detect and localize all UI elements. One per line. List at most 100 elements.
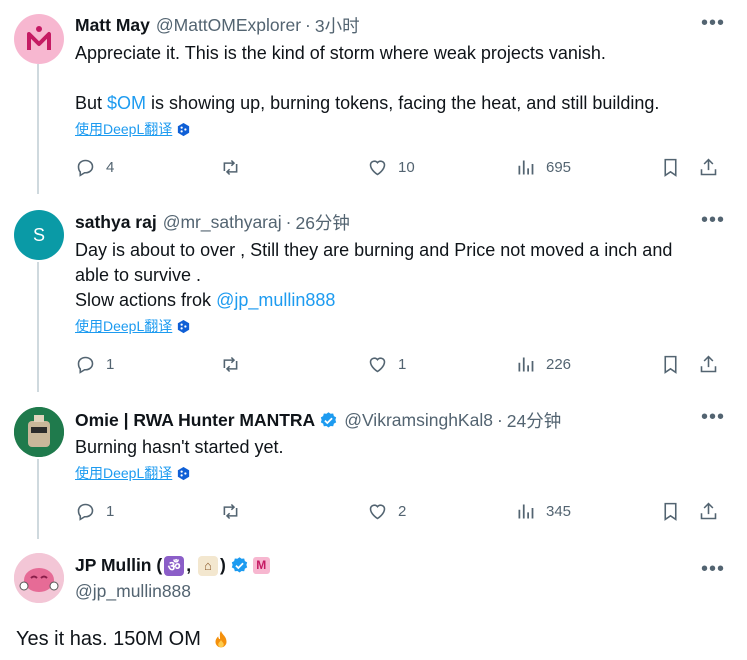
heart-icon bbox=[369, 357, 386, 373]
user-handle[interactable]: @MattOMExplorer bbox=[156, 15, 301, 36]
bookmark-button[interactable] bbox=[660, 354, 691, 375]
user-handle[interactable]: @jp_mullin888 bbox=[75, 581, 191, 602]
tweet-actions: 1 1 226 bbox=[75, 354, 725, 380]
tweet-text-line: Burning hasn't started yet. bbox=[75, 437, 284, 457]
separator: · bbox=[305, 15, 311, 35]
retweet-icon bbox=[223, 503, 238, 520]
thread-line bbox=[37, 262, 39, 392]
tweet-text-line: able to survive . bbox=[75, 265, 202, 285]
tweet-text-line: But $OM is showing up, burning tokens, f… bbox=[75, 93, 660, 113]
bookmark-icon bbox=[664, 158, 677, 177]
retweet-icon bbox=[223, 159, 238, 176]
like-count: 10 bbox=[398, 159, 415, 176]
bookmark-button[interactable] bbox=[660, 501, 691, 522]
translate-link[interactable]: 使用DeepL翻译 bbox=[75, 119, 191, 139]
like-button[interactable]: 10 bbox=[367, 157, 415, 178]
avatar[interactable]: S bbox=[14, 210, 64, 260]
view-count: 226 bbox=[546, 356, 572, 373]
share-icon bbox=[700, 355, 717, 373]
timestamp[interactable]: 3小时 bbox=[315, 13, 360, 38]
display-name[interactable]: JP Mullin (ॐ, ⌂) bbox=[75, 555, 226, 577]
more-options-icon[interactable]: ••• bbox=[701, 406, 725, 429]
reply-icon bbox=[77, 356, 94, 374]
retweet-button[interactable] bbox=[220, 501, 251, 522]
avatar-letter: S bbox=[32, 224, 45, 245]
fire-emoji-icon bbox=[215, 630, 227, 648]
translate-link[interactable]: 使用DeepL翻译 bbox=[75, 316, 191, 336]
like-button[interactable]: 1 bbox=[367, 354, 406, 375]
handle-row: @jp_mullin888 bbox=[75, 581, 191, 602]
reply-button[interactable]: 1 bbox=[75, 501, 114, 522]
like-button[interactable]: 2 bbox=[367, 501, 406, 522]
cashtag-link[interactable]: $OM bbox=[107, 93, 146, 113]
views-button[interactable]: 226 bbox=[515, 354, 571, 375]
separator: · bbox=[496, 410, 503, 430]
deepl-icon bbox=[178, 122, 190, 136]
house-emoji-icon: ⌂ bbox=[197, 556, 218, 577]
tweet-text: Appreciate it. This is the kind of storm… bbox=[75, 41, 725, 116]
timestamp[interactable]: 24分钟 bbox=[507, 408, 561, 433]
views-button[interactable]: 695 bbox=[515, 157, 571, 178]
avatar[interactable] bbox=[14, 407, 64, 457]
reply-button[interactable]: 4 bbox=[75, 157, 114, 178]
avatar[interactable] bbox=[14, 14, 64, 64]
share-icon bbox=[700, 158, 717, 176]
tweet-header: JP Mullin (ॐ, ⌂) M bbox=[75, 555, 270, 577]
heart-icon bbox=[369, 504, 386, 520]
user-handle[interactable]: @VikramsinghKal8 bbox=[344, 410, 493, 431]
tweet-actions: 4 10 695 bbox=[75, 157, 725, 183]
tweet-text-line: Slow actions frok @jp_mullin888 bbox=[75, 290, 336, 310]
reply-icon bbox=[77, 503, 94, 521]
mention-link[interactable]: @jp_mullin888 bbox=[216, 290, 335, 310]
more-options-icon[interactable]: ••• bbox=[701, 558, 725, 581]
verified-badge-icon bbox=[231, 557, 247, 573]
like-count: 2 bbox=[398, 503, 407, 520]
thread-line bbox=[37, 459, 39, 539]
translate-label: 使用DeepL翻译 bbox=[75, 318, 173, 334]
analytics-icon bbox=[518, 160, 534, 175]
thread-line bbox=[37, 64, 39, 194]
translate-link[interactable]: 使用DeepL翻译 bbox=[75, 463, 191, 483]
retweet-icon bbox=[223, 356, 238, 373]
heart-icon bbox=[369, 160, 386, 176]
timestamp[interactable]: 26分钟 bbox=[295, 210, 349, 235]
translate-label: 使用DeepL翻译 bbox=[75, 465, 173, 481]
display-name[interactable]: sathya raj bbox=[75, 212, 157, 233]
share-icon bbox=[700, 502, 717, 520]
avatar[interactable] bbox=[14, 553, 64, 603]
reply-button[interactable]: 1 bbox=[75, 354, 114, 375]
share-button[interactable] bbox=[698, 501, 729, 522]
om-emoji-icon: ॐ bbox=[164, 556, 185, 577]
deepl-icon bbox=[178, 319, 190, 333]
view-count: 695 bbox=[546, 159, 572, 176]
cartoon-avatar-icon bbox=[14, 407, 64, 457]
retweet-button[interactable] bbox=[220, 157, 251, 178]
tweet-text-line: Appreciate it. This is the kind of storm… bbox=[75, 43, 606, 63]
affiliation-badge-icon[interactable]: M bbox=[252, 557, 270, 575]
display-name[interactable]: Omie | RWA Hunter MANTRA bbox=[75, 410, 315, 431]
tweet-header: sathya raj @mr_sathyaraj · 26分钟 bbox=[75, 210, 350, 235]
share-button[interactable] bbox=[698, 354, 729, 375]
cartoon-avatar-icon bbox=[14, 553, 64, 603]
more-options-icon[interactable]: ••• bbox=[701, 12, 725, 35]
tweet-header: Omie | RWA Hunter MANTRA @VikramsinghKal… bbox=[75, 408, 561, 433]
mantra-logo-icon bbox=[27, 26, 51, 50]
tweet-actions: 1 2 345 bbox=[75, 501, 725, 527]
tweet-text: Burning hasn't started yet. bbox=[75, 435, 725, 460]
reply-icon bbox=[77, 159, 94, 177]
views-button[interactable]: 345 bbox=[515, 501, 571, 522]
separator: · bbox=[285, 212, 292, 232]
bookmark-button[interactable] bbox=[660, 157, 691, 178]
more-options-icon[interactable]: ••• bbox=[701, 209, 725, 232]
analytics-icon bbox=[518, 504, 534, 519]
share-button[interactable] bbox=[698, 157, 729, 178]
reply-count: 1 bbox=[106, 356, 115, 373]
reply-count: 4 bbox=[106, 159, 115, 176]
retweet-button[interactable] bbox=[220, 354, 251, 375]
main-tweet-text: Yes it has. 150M OM bbox=[16, 626, 232, 652]
translate-label: 使用DeepL翻译 bbox=[75, 121, 173, 137]
user-handle[interactable]: @mr_sathyaraj bbox=[163, 212, 282, 233]
bookmark-icon bbox=[664, 502, 677, 521]
tweet-header: Matt May @MattOMExplorer · 3小时 bbox=[75, 13, 360, 38]
display-name[interactable]: Matt May bbox=[75, 15, 150, 36]
